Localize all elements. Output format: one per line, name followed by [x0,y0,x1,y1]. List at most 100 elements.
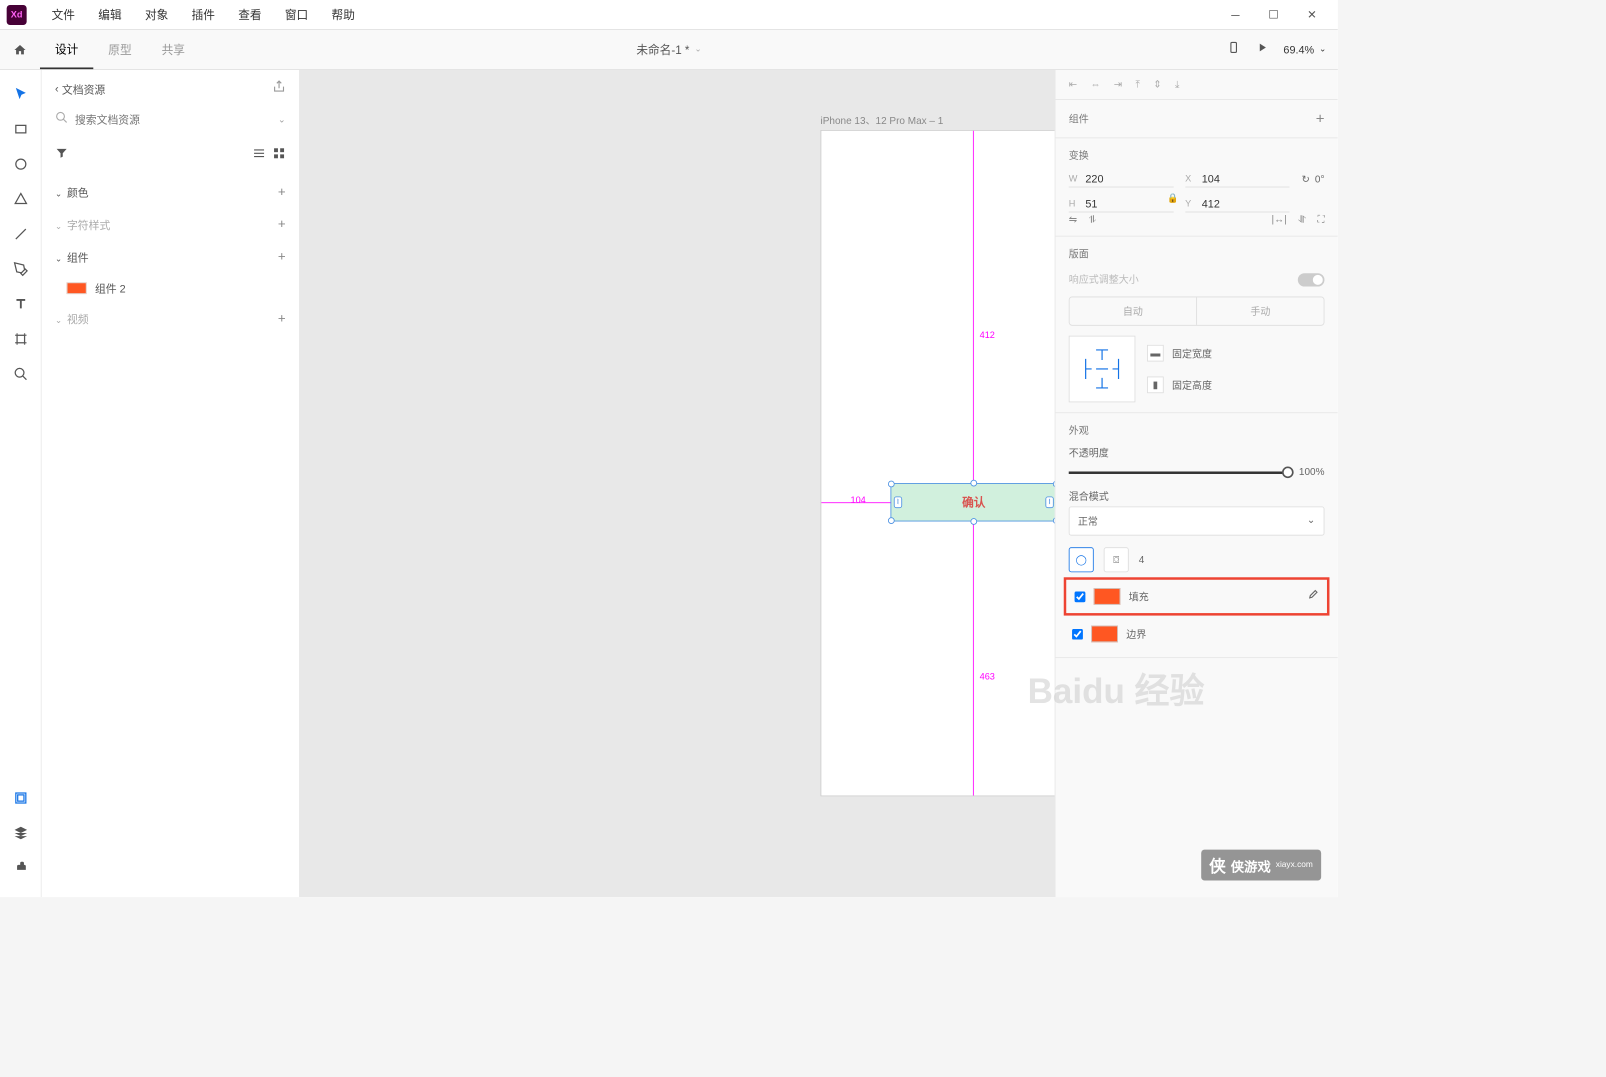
search-input[interactable] [75,113,271,125]
fixed-height-label: 固定高度 [1172,378,1212,392]
close-button[interactable]: ✕ [1293,0,1331,30]
eyedropper-icon[interactable] [1305,589,1318,605]
width-field[interactable]: W220 [1069,171,1174,188]
canvas[interactable]: iPhone 13、12 Pro Max – 1 412 463 104 104… [300,70,1055,897]
lock-icon[interactable]: 🔒 [1167,192,1324,203]
height-field[interactable]: H51 [1069,196,1174,213]
rectangle-tool[interactable] [5,113,37,145]
share-icon[interactable] [272,80,285,97]
list-view-icon[interactable] [252,147,265,164]
fill-checkbox[interactable] [1075,591,1086,602]
section-components[interactable]: ⌄组件 + [55,241,286,273]
responsive-label: 响应式调整大小 [1069,272,1139,286]
zoom-control[interactable]: 69.4% ⌄ [1283,43,1326,55]
selected-component[interactable]: 确认 ⦚ ⦚ [890,483,1054,521]
mobile-preview-icon[interactable] [1227,41,1240,58]
line-tool[interactable] [5,218,37,250]
text-tool[interactable] [5,288,37,320]
blend-mode-select[interactable]: 正常 ⌄ [1069,506,1325,535]
baidu-watermark: Baidu 经验 [1055,663,1205,714]
fill-label: 填充 [1129,589,1149,603]
stroke-swatch[interactable] [1091,626,1118,643]
align-bottom-icon[interactable]: ⤓ [1175,78,1179,90]
layout-section-title: 版面 [1069,247,1325,261]
polygon-tool[interactable] [5,183,37,215]
constraint-widget[interactable]: ┬ ├ ─ ┤ ┴ [1069,336,1136,403]
play-button[interactable] [1255,41,1268,58]
pen-tool[interactable] [5,253,37,285]
layers-panel-button[interactable] [5,817,37,849]
rotate-icon: ↻ [1302,173,1310,185]
chevron-down-icon[interactable]: ⌄ [278,114,286,125]
flip-horizontal-icon[interactable]: ⇋ [1069,213,1077,225]
menu-plugins[interactable]: 插件 [180,1,227,28]
align-top-icon[interactable]: ⤒ [1135,78,1139,90]
x-field[interactable]: X104 [1185,171,1290,188]
maximize-button[interactable]: ☐ [1254,0,1292,30]
filter-icon[interactable] [55,147,68,164]
ellipse-tool[interactable] [5,148,37,180]
fill-swatch[interactable] [1094,588,1121,605]
menu-window[interactable]: 窗口 [273,1,320,28]
corner-radius-value[interactable]: 4 [1139,554,1145,566]
transform-section-title: 变换 [1069,148,1325,162]
add-text-style-button[interactable]: + [278,217,286,232]
grid-view-icon[interactable] [272,147,285,164]
menu-object[interactable]: 对象 [133,1,180,28]
fixed-width-icon[interactable]: ▬ [1147,345,1164,362]
app-logo: Xd [7,5,27,25]
corner-same-button[interactable]: ◯ [1069,547,1094,572]
opacity-value[interactable]: 100% [1299,465,1325,477]
flip-vertical-icon[interactable]: ⥮ [1089,213,1096,225]
add-button[interactable]: + [1316,110,1325,127]
align-middle-icon[interactable]: ⇕ [1153,78,1161,90]
manual-button[interactable]: 手动 [1197,297,1324,324]
artboard-name[interactable]: iPhone 13、12 Pro Max – 1 [821,113,944,127]
chevron-left-icon: ‹ [55,82,59,94]
section-video[interactable]: ⌄视频 + [55,302,286,334]
align-toolbar: ⇤ ⇔ ⇥ ⤒ ⇕ ⤓ [1069,75,1325,94]
section-colors[interactable]: ⌄颜色 + [55,176,286,208]
artboard[interactable]: 412 463 104 104 确认 ⦚ ⦚ [821,130,1055,796]
align-right-icon[interactable]: ⇥ [1114,78,1122,90]
add-video-button[interactable]: + [278,311,286,326]
properties-panel: ⇤ ⇔ ⇥ ⤒ ⇕ ⤓ 组件 + 变换 W220 X104 ↻ [1055,70,1338,897]
menu-file[interactable]: 文件 [40,1,87,28]
plugins-panel-button[interactable] [5,852,37,884]
add-component-button[interactable]: + [278,249,286,264]
artboard-tool[interactable] [5,323,37,355]
opacity-slider[interactable] [1069,471,1289,473]
menu-edit[interactable]: 编辑 [87,1,134,28]
back-button[interactable]: ‹ 文档资源 [55,81,105,97]
align-left-icon[interactable]: ⇤ [1069,78,1077,90]
document-title[interactable]: 未命名-1 * ⌄ [636,41,701,58]
select-tool[interactable] [5,78,37,110]
responsive-toggle[interactable] [1298,273,1325,286]
align-center-icon[interactable]: ⇔ [1090,78,1100,90]
tab-design[interactable]: 设计 [40,30,93,69]
distribute-h-icon[interactable]: |↔| [1271,213,1286,225]
home-button[interactable] [0,43,40,56]
chevron-down-icon: ⌄ [694,45,701,54]
stroke-checkbox[interactable] [1072,628,1083,639]
measure-bottom: 463 [980,672,995,682]
tab-share[interactable]: 共享 [147,30,200,69]
distribute-v-icon[interactable]: ⥯ [1298,213,1305,225]
menu-help[interactable]: 帮助 [320,1,367,28]
minimize-button[interactable]: ─ [1216,0,1254,30]
tool-strip [0,70,42,897]
scale-icon[interactable]: ⛶ [1317,213,1324,225]
section-text-styles[interactable]: ⌄字符样式 + [55,208,286,240]
assets-panel-button[interactable] [5,782,37,814]
corner-individual-button[interactable]: ⌼ [1104,547,1129,572]
component-list-item[interactable]: 组件 2 [55,273,286,302]
fixed-height-icon[interactable]: ▮ [1147,377,1164,394]
zoom-tool[interactable] [5,358,37,390]
menu-view[interactable]: 查看 [227,1,274,28]
rotation-field[interactable]: ↻ 0° [1302,173,1325,185]
tab-prototype[interactable]: 原型 [93,30,146,69]
auto-button[interactable]: 自动 [1070,297,1197,324]
measure-left: 104 [850,496,865,506]
component-section-title: 组件 [1069,112,1089,126]
add-color-button[interactable]: + [278,185,286,200]
